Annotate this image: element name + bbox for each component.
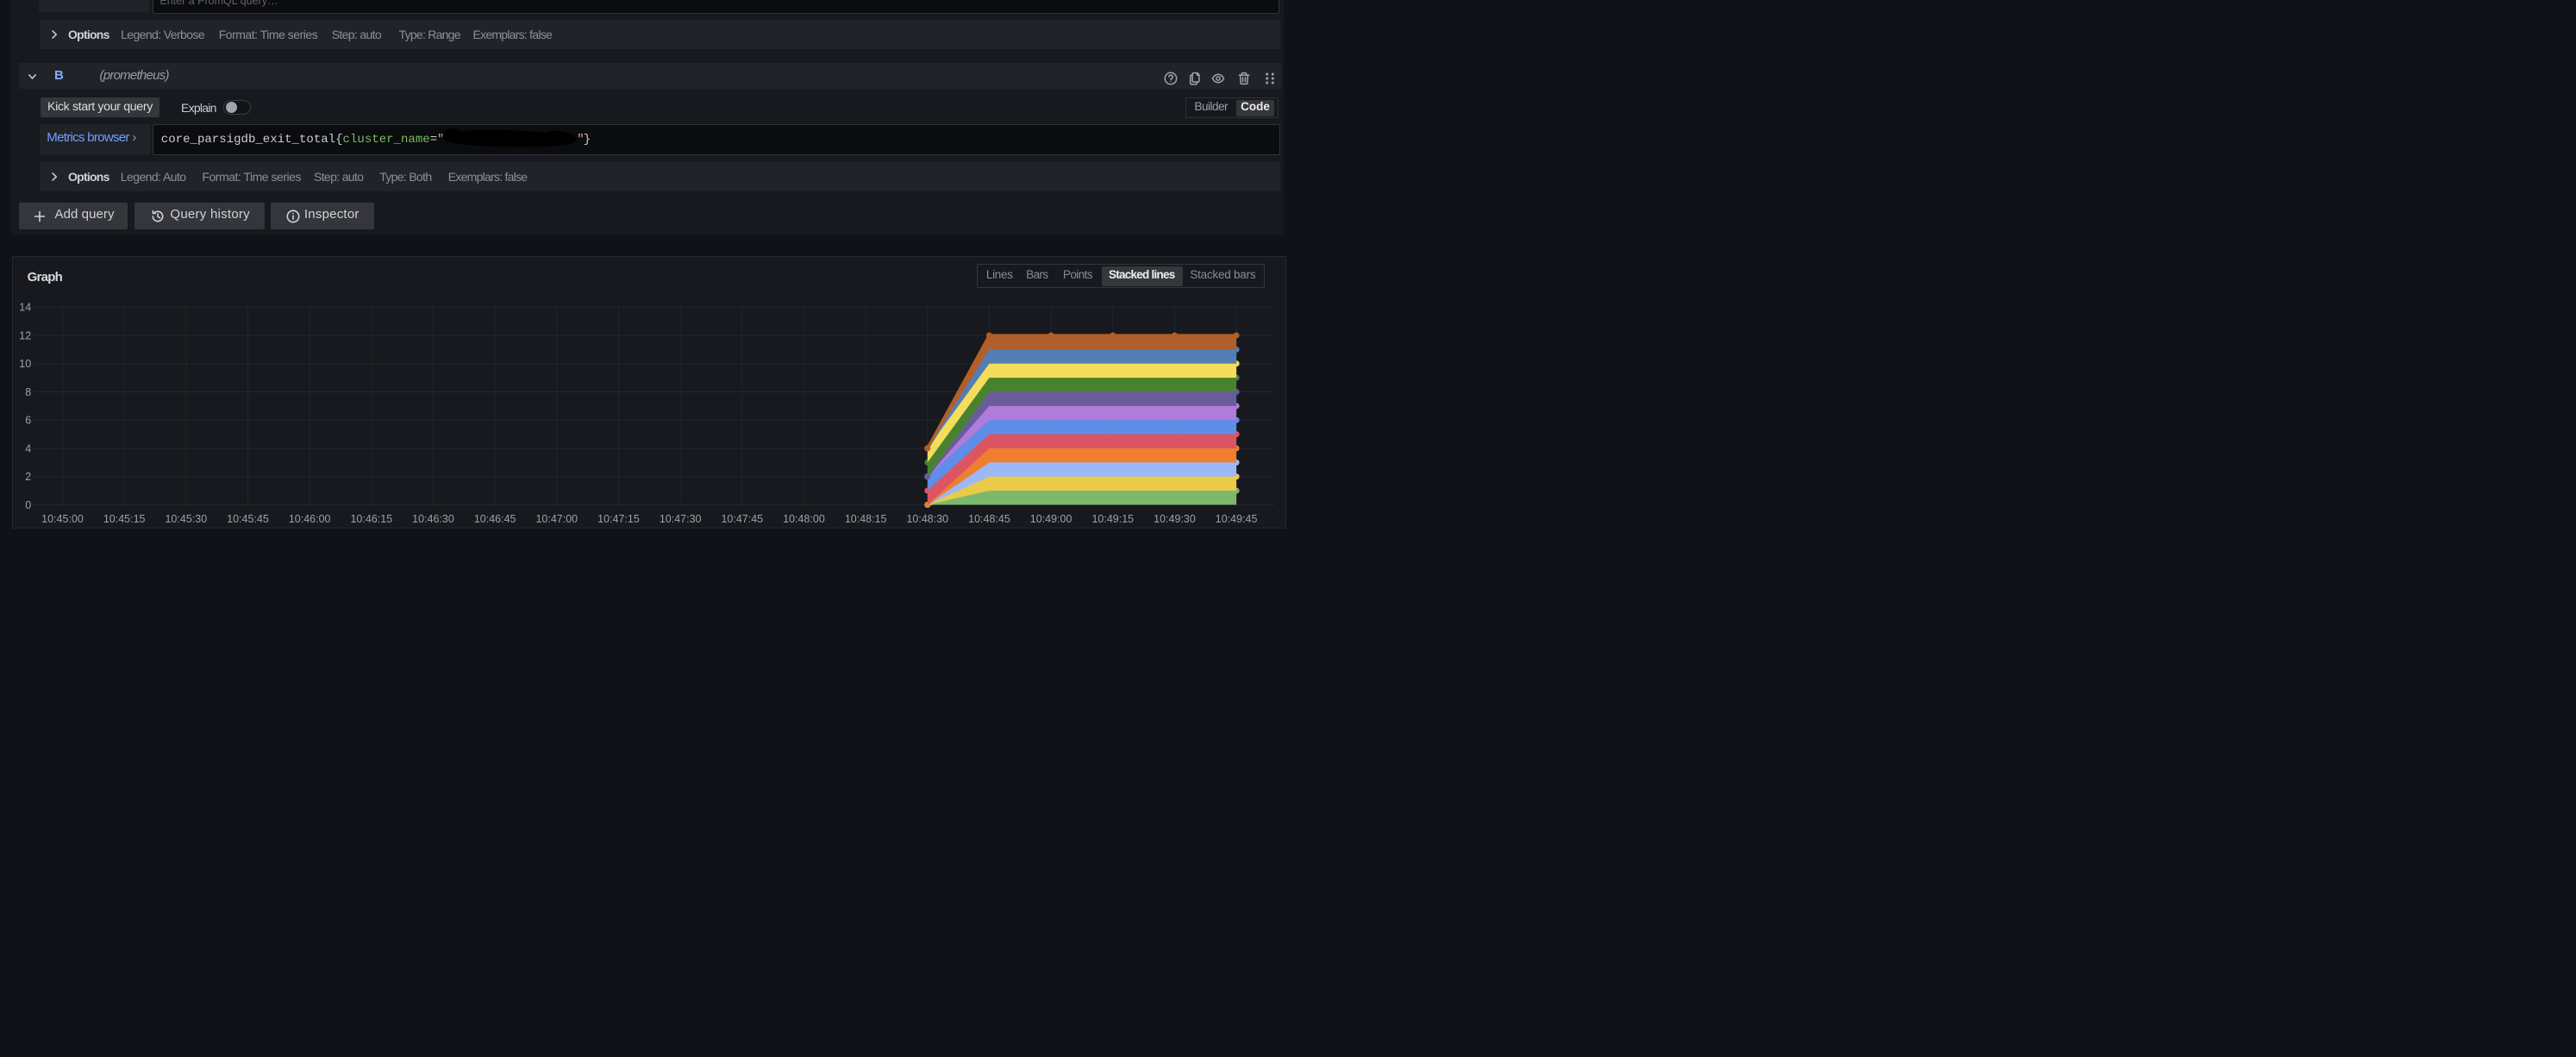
- svg-text:10:45:30: 10:45:30: [165, 513, 207, 525]
- svg-text:2: 2: [25, 471, 31, 483]
- svg-text:10:45:00: 10:45:00: [41, 513, 84, 525]
- svg-text:10:45:15: 10:45:15: [103, 513, 146, 525]
- svg-text:12: 12: [19, 329, 31, 341]
- svg-text:10:46:45: 10:46:45: [474, 513, 516, 525]
- svg-text:8: 8: [25, 385, 31, 397]
- svg-text:10:47:45: 10:47:45: [721, 513, 763, 525]
- svg-text:6: 6: [25, 414, 31, 426]
- svg-text:10:45:45: 10:45:45: [227, 513, 269, 525]
- svg-text:10: 10: [19, 358, 31, 370]
- svg-text:14: 14: [19, 301, 31, 313]
- svg-text:10:47:00: 10:47:00: [535, 513, 578, 525]
- svg-text:10:47:15: 10:47:15: [597, 513, 640, 525]
- svg-text:10:48:15: 10:48:15: [845, 513, 887, 525]
- svg-text:10:49:15: 10:49:15: [1091, 513, 1134, 525]
- svg-text:10:49:00: 10:49:00: [1030, 513, 1072, 525]
- svg-text:10:48:45: 10:48:45: [968, 513, 1010, 525]
- svg-text:10:46:15: 10:46:15: [350, 513, 392, 525]
- svg-text:10:47:30: 10:47:30: [660, 513, 702, 525]
- svg-text:10:46:00: 10:46:00: [289, 513, 331, 525]
- svg-text:10:48:00: 10:48:00: [783, 513, 825, 525]
- svg-text:10:48:30: 10:48:30: [906, 513, 948, 525]
- svg-text:0: 0: [25, 498, 31, 510]
- svg-text:10:49:30: 10:49:30: [1154, 513, 1196, 525]
- svg-text:10:46:30: 10:46:30: [412, 513, 454, 525]
- svg-text:4: 4: [25, 442, 31, 454]
- svg-text:10:49:45: 10:49:45: [1216, 513, 1258, 525]
